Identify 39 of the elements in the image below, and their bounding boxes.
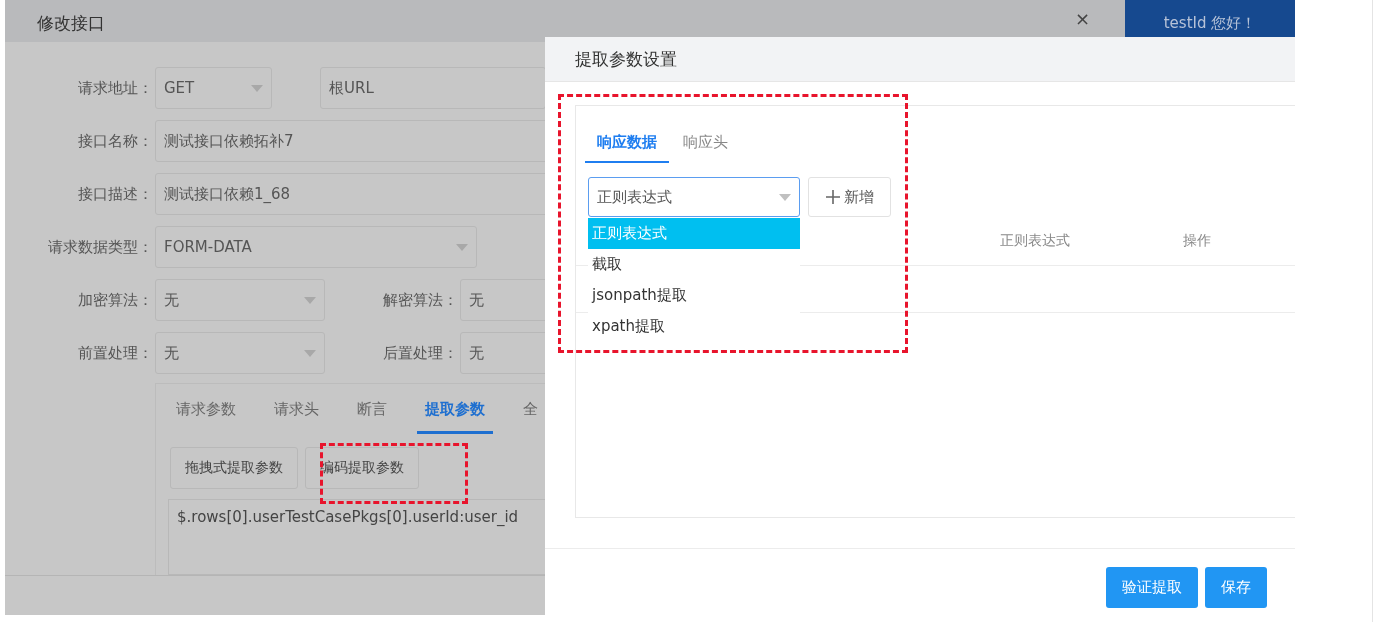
close-button[interactable]: × <box>1074 8 1090 29</box>
field-label: 接口名称： <box>77 131 154 151</box>
caret-icon <box>456 243 468 251</box>
field-label: 解密算法： <box>382 290 459 310</box>
action-button[interactable]: 保存 <box>1205 567 1267 608</box>
field-label: 前置处理： <box>77 343 154 363</box>
select-field[interactable]: GET <box>155 67 272 109</box>
code-textarea[interactable]: $.rows[0].userTestCasePkgs[0].userId:user_id <box>168 499 545 575</box>
modal-title: 提取参数设置 <box>575 47 677 71</box>
tab[interactable]: 请求参数 <box>168 400 244 435</box>
field-label: 请求数据类型： <box>47 237 154 257</box>
user-menu[interactable]: testId 您好！ <box>1125 0 1295 37</box>
tab[interactable]: 提取参数 <box>417 400 493 435</box>
tab[interactable]: 响应头 <box>671 133 740 163</box>
input-field[interactable]: 测试接口依赖拓补7 <box>155 120 545 162</box>
input-field[interactable]: 测试接口依赖1_68 <box>155 173 545 215</box>
caret-icon <box>304 349 316 357</box>
field-label: 加密算法： <box>77 290 154 310</box>
select-field[interactable]: 无 <box>155 332 325 374</box>
add-button[interactable]: 新增 <box>808 177 891 217</box>
field-label: 接口描述： <box>77 184 154 204</box>
dialog-title: 修改接口 <box>36 12 105 35</box>
field-label: 请求地址： <box>77 78 154 98</box>
field-label: 后置处理： <box>382 343 459 363</box>
tab[interactable]: 请求头 <box>266 400 327 435</box>
tab[interactable]: 全 <box>515 400 545 435</box>
select-field[interactable]: 无 <box>155 279 325 321</box>
caret-icon <box>304 296 316 304</box>
column-header: 操作 <box>1182 232 1212 250</box>
select-field[interactable]: FORM-DATA <box>155 226 477 268</box>
tab[interactable]: 响应数据 <box>585 133 669 163</box>
extract-mode-button[interactable]: 拖拽式提取参数 <box>170 447 298 490</box>
plus-icon <box>825 190 840 204</box>
select-field[interactable]: 正则表达式 <box>588 177 800 217</box>
caret-icon <box>779 193 791 201</box>
caret-icon <box>251 84 263 92</box>
tab[interactable]: 断言 <box>349 400 395 435</box>
action-button[interactable]: 验证提取 <box>1106 567 1198 608</box>
column-header: 正则表达式 <box>998 232 1071 250</box>
